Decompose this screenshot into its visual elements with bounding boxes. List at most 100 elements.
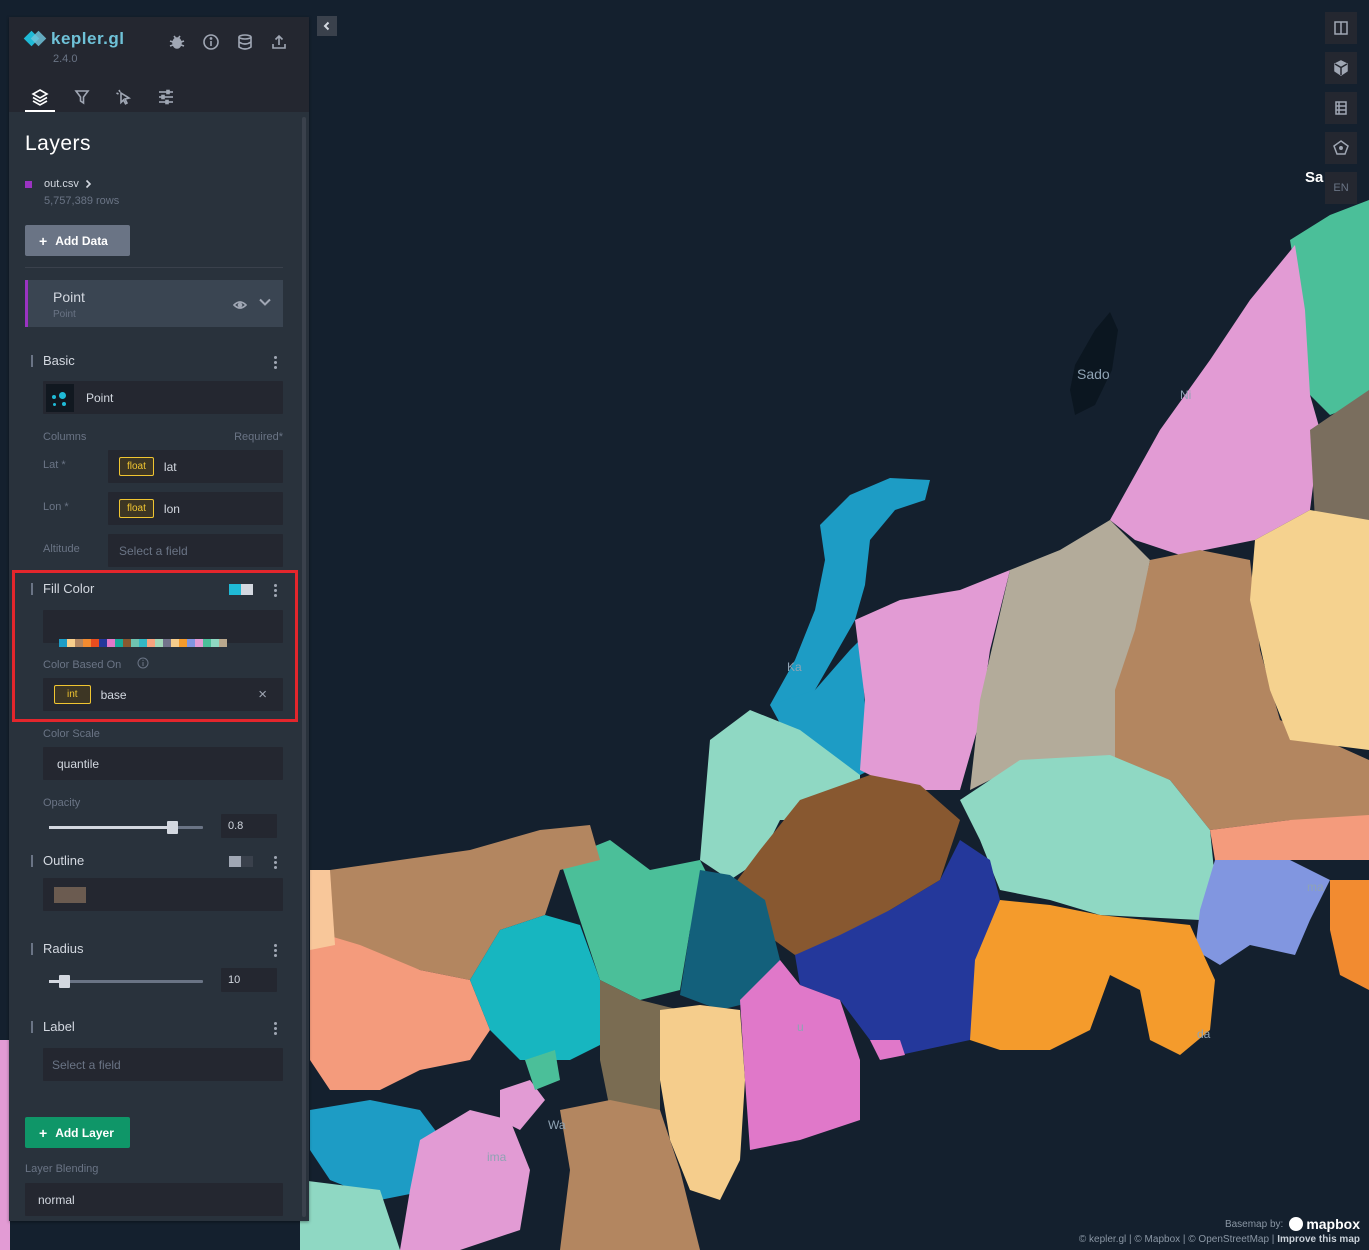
opacity-label: Opacity — [43, 797, 81, 809]
collapse-sidebar-button[interactable] — [317, 16, 337, 36]
lon-field-value: lon — [163, 501, 180, 516]
add-data-label: Add Data — [55, 233, 108, 248]
columns-label: Columns — [43, 431, 87, 443]
chevron-right-icon — [85, 179, 91, 189]
attribution-credits[interactable]: © kepler.gl | © Mapbox | © OpenStreetMap… — [1079, 1234, 1275, 1245]
map-label-ima: ima — [487, 1150, 507, 1164]
plus-icon: + — [39, 1124, 48, 1141]
layer-type-selector[interactable]: Point — [43, 381, 283, 414]
layer-name: Point — [53, 289, 85, 305]
lat-label: Lat * — [43, 459, 66, 471]
lon-field-selector[interactable]: float lon — [108, 492, 283, 525]
tab-filters[interactable] — [67, 83, 97, 111]
show-legend-button[interactable] — [1325, 92, 1357, 124]
map-label-u: u — [797, 1020, 804, 1034]
highlight-box — [12, 570, 298, 722]
tab-layers[interactable] — [25, 83, 55, 112]
locale-label: EN — [1333, 182, 1349, 194]
add-layer-button[interactable]: + Add Layer — [25, 1117, 130, 1148]
color-scale-selector[interactable]: quantile — [43, 747, 283, 780]
kepler-logo-icon — [23, 30, 47, 47]
map-label-da: da — [1197, 1027, 1211, 1041]
altitude-field-selector[interactable]: Select a field — [108, 534, 283, 567]
dataset-item[interactable]: out.csv 5,757,389 rows — [25, 178, 119, 207]
outline-more-button[interactable] — [274, 856, 278, 871]
app-version: 2.4.0 — [53, 53, 78, 65]
opacity-slider[interactable] — [49, 821, 203, 834]
map-label-ni: Ni — [1180, 388, 1192, 402]
sliders-icon — [159, 89, 173, 105]
dataset-color-swatch — [25, 180, 32, 188]
layer-type-value: Point — [86, 390, 114, 405]
cube-icon — [1334, 60, 1348, 76]
panel-title: Layers — [25, 132, 92, 155]
docs-button[interactable] — [201, 32, 221, 52]
opacity-value: 0.8 — [228, 820, 244, 832]
section-radius-title: Radius — [31, 941, 83, 956]
map-label-ka: Ka — [787, 660, 802, 674]
layer-type-label: Point — [53, 309, 76, 320]
app-logo: kepler.gl — [23, 29, 125, 49]
chevron-left-icon — [323, 21, 330, 31]
radius-more-button[interactable] — [274, 944, 278, 959]
app-name: kepler.gl — [51, 29, 125, 48]
basic-more-button[interactable] — [274, 356, 278, 371]
outline-color-picker[interactable] — [43, 878, 283, 911]
layer-blending-selector[interactable]: normal — [25, 1183, 283, 1216]
divider — [25, 267, 283, 268]
add-layer-label: Add Layer — [55, 1125, 114, 1140]
basemap-by-label: Basemap by: — [1224, 1218, 1284, 1230]
section-outline-title: Outline — [31, 853, 84, 868]
map-attribution: Basemap by: mapbox © kepler.gl | © Mapbo… — [1079, 1216, 1360, 1245]
lon-type-tag: float — [119, 499, 154, 518]
layer-panel-header[interactable]: Point Point — [25, 280, 283, 327]
label-more-button[interactable] — [274, 1022, 278, 1037]
add-data-button[interactable]: + Add Data — [25, 225, 130, 256]
section-basic-title: Basic — [31, 353, 75, 368]
radius-input[interactable]: 10 — [221, 968, 277, 992]
filter-icon — [74, 90, 90, 105]
expand-layer-button[interactable] — [258, 295, 272, 314]
toggle-visibility-button[interactable] — [232, 297, 248, 315]
cursor-click-icon — [116, 89, 132, 105]
altitude-placeholder: Select a field — [119, 543, 188, 558]
mapbox-logo[interactable]: mapbox — [1289, 1216, 1360, 1232]
draw-polygon-button[interactable] — [1325, 132, 1357, 164]
label-field-selector[interactable]: Select a field — [43, 1048, 283, 1081]
outline-color-swatch — [54, 886, 86, 903]
improve-map-link[interactable]: Improve this map — [1277, 1234, 1360, 1245]
tab-base-map[interactable] — [151, 83, 181, 111]
mapbox-icon — [1289, 1217, 1304, 1231]
section-label-title: Label — [31, 1019, 75, 1034]
opacity-input[interactable]: 0.8 — [221, 814, 277, 838]
lon-label: Lon * — [43, 501, 69, 513]
radius-slider-handle[interactable] — [59, 975, 70, 988]
bug-icon — [169, 35, 185, 49]
opacity-slider-handle[interactable] — [167, 821, 179, 834]
bug-report-button[interactable] — [167, 32, 187, 52]
layer-blending-value: normal — [38, 1192, 75, 1207]
lat-field-selector[interactable]: float lat — [108, 450, 283, 483]
storage-button[interactable] — [235, 32, 255, 52]
lat-field-value: lat — [163, 459, 177, 474]
locale-button[interactable]: EN — [1325, 172, 1357, 204]
plus-icon: + — [39, 232, 48, 249]
dataset-rows: 5,757,389 rows — [44, 195, 120, 207]
chevron-down-icon — [259, 298, 271, 306]
map-label-wa: Wa — [548, 1118, 566, 1132]
color-scale-label: Color Scale — [43, 728, 100, 740]
outline-toggle[interactable] — [229, 856, 253, 868]
radius-slider[interactable] — [49, 975, 203, 988]
upload-icon — [272, 34, 286, 49]
split-map-button[interactable] — [1325, 12, 1357, 44]
required-label: Required* — [234, 431, 283, 443]
info-icon — [203, 34, 219, 50]
point-layer-icon — [46, 383, 74, 412]
database-icon — [238, 34, 252, 50]
polygon-icon — [1333, 140, 1349, 155]
share-button[interactable] — [269, 32, 289, 52]
3d-view-button[interactable] — [1325, 52, 1357, 84]
tab-interactions[interactable] — [109, 83, 139, 111]
eye-icon — [232, 301, 248, 309]
color-scale-value: quantile — [57, 756, 100, 771]
